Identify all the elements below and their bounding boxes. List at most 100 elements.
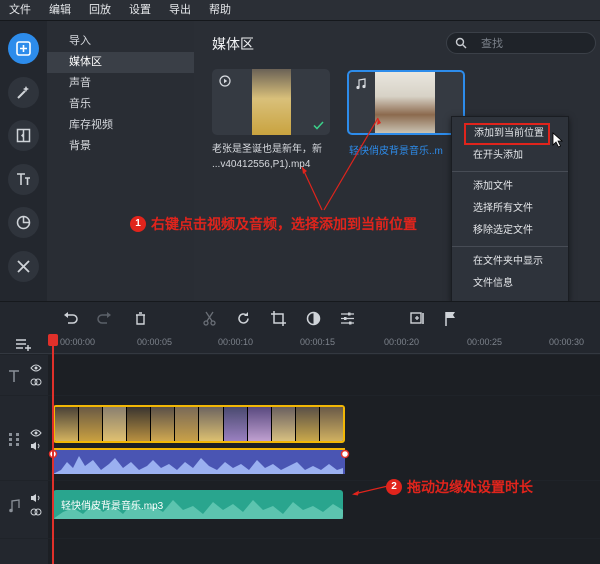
play-icon <box>219 75 231 87</box>
clip-frame <box>151 407 176 441</box>
empty-track <box>0 539 600 564</box>
audio-caption: 轻快俏皮背景音乐..m <box>349 146 443 157</box>
media-title: 媒体区 <box>212 36 254 52</box>
media-item-audio[interactable] <box>347 70 465 135</box>
stickers-tool-button[interactable] <box>8 207 39 238</box>
redo-icon[interactable] <box>96 310 113 327</box>
clip-frame <box>247 407 272 441</box>
magic-wand-icon <box>17 86 29 99</box>
delete-icon[interactable] <box>132 310 149 327</box>
clip-frame <box>175 407 200 441</box>
menu-export[interactable]: 导出 <box>160 0 200 21</box>
link-icon[interactable] <box>30 377 42 387</box>
text-icon <box>17 173 30 185</box>
timeline-ruler[interactable]: 00:00:00 00:00:05 00:00:10 00:00:15 00:0… <box>0 334 600 354</box>
menu-separator <box>452 246 568 247</box>
audio-clip[interactable]: 轻快俏皮背景音乐.mp3 <box>53 490 343 519</box>
tool-sidebar <box>0 21 47 301</box>
menu-remove-selected[interactable]: 移除选定文件 <box>452 220 568 242</box>
rotate-icon[interactable] <box>235 310 252 327</box>
tools-tool-button[interactable] <box>8 251 39 282</box>
menu-separator <box>452 171 568 172</box>
category-stock-video[interactable]: 库存视频 <box>47 115 194 136</box>
volume-icon[interactable] <box>30 441 42 451</box>
video-track-header <box>0 396 48 480</box>
ruler-tick: 00:00:20 <box>384 337 420 347</box>
timeline-toolbar <box>0 301 600 334</box>
visibility-eye-icon[interactable] <box>30 429 42 437</box>
clip-frame <box>223 407 248 441</box>
transition-icon <box>16 128 31 143</box>
ruler-tick: 00:00:05 <box>137 337 173 347</box>
insert-icon[interactable] <box>409 310 426 327</box>
clip-frame <box>79 407 104 441</box>
annotation-step1: 1 右键点击视频及音频，选择添加到当前位置 <box>130 214 417 234</box>
menu-add-file[interactable]: 添加文件 <box>452 176 568 198</box>
crop-icon[interactable] <box>270 310 287 327</box>
clip-frame <box>271 407 296 441</box>
sticker-icon <box>16 215 31 230</box>
search-placeholder: 查找 <box>481 38 503 50</box>
menu-file-info[interactable]: 文件信息 <box>452 273 568 295</box>
ruler-tick: 00:00:00 <box>60 337 96 347</box>
titles-tool-button[interactable] <box>8 164 39 195</box>
menu-edit[interactable]: 编辑 <box>40 0 80 21</box>
menu-file[interactable]: 文件 <box>0 0 40 21</box>
menu-playback[interactable]: 回放 <box>80 0 120 21</box>
color-adjust-icon[interactable] <box>305 310 322 327</box>
search-input[interactable]: 查找 <box>446 32 596 54</box>
media-item-video[interactable] <box>212 69 330 135</box>
checkmark-icon <box>313 121 324 130</box>
transitions-tool-button[interactable] <box>8 120 39 151</box>
menu-settings[interactable]: 设置 <box>120 0 160 21</box>
visibility-eye-icon[interactable] <box>30 364 42 372</box>
add-track-icon[interactable] <box>14 336 34 352</box>
step2-text: 拖动边缘处设置时长 <box>407 479 533 495</box>
playhead-handle[interactable] <box>48 334 58 346</box>
category-media[interactable]: 媒体区 <box>47 52 194 73</box>
category-backgrounds[interactable]: 背景 <box>47 136 194 157</box>
category-import[interactable]: 导入 <box>47 31 194 52</box>
video-thumbnail <box>252 69 291 135</box>
text-track-icon <box>9 370 19 382</box>
audio-track-header <box>0 481 48 538</box>
marker-flag-icon[interactable] <box>442 310 459 327</box>
category-list: 导入 媒体区 声音 音乐 库存视频 背景 <box>47 21 194 301</box>
volume-icon[interactable] <box>30 493 42 503</box>
menu-add-at-start[interactable]: 在开头添加 <box>452 145 568 167</box>
video-track-icon <box>9 433 19 446</box>
video-audio-waveform[interactable] <box>53 448 345 474</box>
undo-icon[interactable] <box>62 310 79 327</box>
annotation-step2: 2 拖动边缘处设置时长 <box>386 477 533 497</box>
menu-select-all[interactable]: 选择所有文件 <box>452 198 568 220</box>
clip-frame <box>103 407 128 441</box>
menu-bar: 文件 编辑 回放 设置 导出 帮助 <box>0 0 600 21</box>
video-track[interactable] <box>0 396 600 480</box>
audio-thumbnail <box>375 72 435 133</box>
video-clip[interactable] <box>53 405 345 443</box>
cut-icon[interactable] <box>201 310 218 327</box>
playhead[interactable] <box>52 334 54 564</box>
category-sounds[interactable]: 声音 <box>47 73 194 94</box>
clip-trim-handle[interactable] <box>340 449 350 459</box>
menu-help[interactable]: 帮助 <box>200 0 240 21</box>
music-note-icon <box>356 78 366 90</box>
title-track-header <box>0 355 48 395</box>
effects-tool-button[interactable] <box>8 77 39 108</box>
search-icon <box>455 37 467 49</box>
import-tool-button[interactable] <box>8 33 39 64</box>
clip-frame <box>199 407 224 441</box>
link-icon[interactable] <box>30 507 42 517</box>
annotation-arrow <box>352 485 389 496</box>
settings-sliders-icon[interactable] <box>339 310 356 327</box>
title-track[interactable] <box>0 355 600 395</box>
category-music[interactable]: 音乐 <box>47 94 194 115</box>
video-caption-line1: 老张是圣诞也是新年，新 <box>212 144 322 155</box>
import-icon <box>16 41 31 56</box>
clip-frame <box>319 407 343 441</box>
menu-add-to-current-position[interactable]: 添加到当前位置 <box>464 123 550 145</box>
ruler-tick: 00:00:15 <box>300 337 336 347</box>
menu-show-in-folder[interactable]: 在文件夹中显示 <box>452 251 568 273</box>
clip-frame <box>55 407 80 441</box>
empty-track-header <box>0 539 48 564</box>
